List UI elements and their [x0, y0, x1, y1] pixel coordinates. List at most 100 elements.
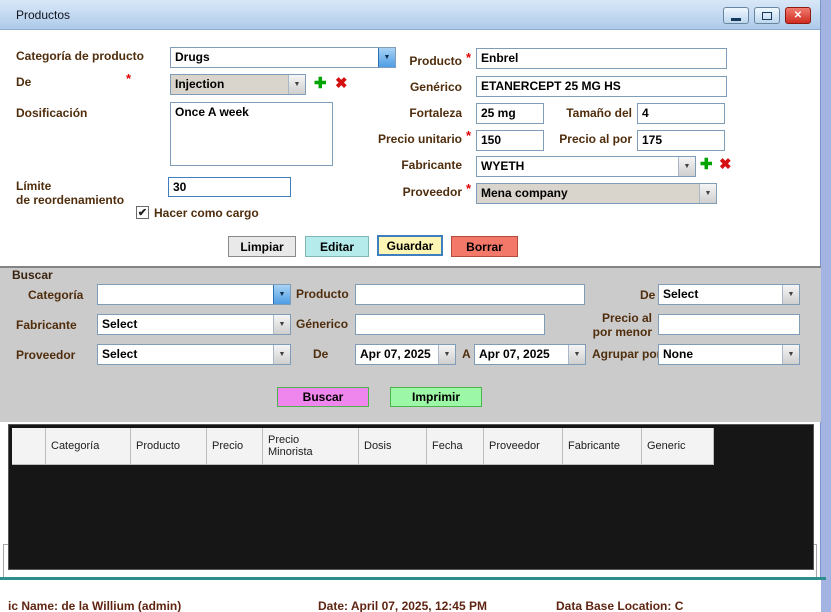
checkmark-icon: ✔	[138, 206, 147, 219]
grid-column-header[interactable]: Precio Minorista	[263, 428, 359, 465]
chevron-down-icon[interactable]: ▼	[273, 345, 290, 364]
buscar-fecha-de-label: De	[313, 347, 328, 361]
dosificacion-label: Dosificación	[16, 106, 87, 120]
grid-column-header[interactable]: Producto	[131, 428, 207, 465]
window-controls: ✕	[723, 7, 811, 24]
buscar-fabricante-value: Select	[98, 315, 273, 334]
delete-fabricante-icon[interactable]: ✖	[719, 155, 732, 173]
add-category-icon[interactable]: ✚	[314, 74, 327, 92]
date-to-picker[interactable]: Apr 07, 2025 ▼	[474, 344, 586, 365]
date-from-value: Apr 07, 2025	[356, 345, 438, 364]
delete-category-icon[interactable]: ✖	[335, 74, 348, 92]
editar-button[interactable]: Editar	[305, 236, 369, 257]
chevron-down-icon[interactable]: ▼	[699, 184, 716, 203]
results-grid[interactable]: Categoría Producto Precio Precio Minoris…	[8, 424, 814, 570]
de-value: Injection	[171, 75, 288, 94]
buscar-producto-input[interactable]	[355, 284, 585, 305]
grid-header: Categoría Producto Precio Precio Minoris…	[12, 428, 810, 465]
grid-column-header[interactable]: Fecha	[427, 428, 484, 465]
generico-label: Genérico	[410, 80, 462, 94]
maximize-icon	[762, 12, 772, 20]
date-from-picker[interactable]: Apr 07, 2025 ▼	[355, 344, 456, 365]
cargo-checkbox[interactable]: ✔	[136, 206, 149, 219]
precio-por-input[interactable]: 175	[637, 130, 725, 151]
minimize-button[interactable]	[723, 7, 749, 24]
proveedor-combo[interactable]: Mena company ▼	[476, 183, 717, 204]
buscar-precio-menor-input[interactable]	[658, 314, 800, 335]
buscar-fecha-a-label: A	[462, 347, 471, 361]
generico-input[interactable]: ETANERCEPT 25 MG HS	[476, 76, 727, 97]
buscar-agrupar-combo[interactable]: None ▼	[658, 344, 800, 365]
categoria-label: Categoría de producto	[16, 49, 144, 63]
de-combo[interactable]: Injection ▼	[170, 74, 306, 95]
status-date: Date: April 07, 2025, 12:45 PM	[318, 599, 487, 612]
producto-input[interactable]: Enbrel	[476, 48, 727, 69]
buscar-de-combo[interactable]: Select ▼	[658, 284, 800, 305]
buscar-precio-menor-label: Precio al por menor	[593, 311, 652, 339]
buscar-de-value: Select	[659, 285, 782, 304]
buscar-proveedor-label: Proveedor	[16, 348, 75, 362]
chevron-down-icon[interactable]: ▼	[568, 345, 585, 364]
categoria-value: Drugs	[171, 48, 378, 67]
guardar-button[interactable]: Guardar	[377, 235, 443, 256]
fortaleza-input[interactable]: 25 mg	[476, 103, 544, 124]
buscar-proveedor-combo[interactable]: Select ▼	[97, 344, 291, 365]
required-marker: *	[126, 71, 131, 86]
buscar-categoria-combo[interactable]: ▼	[97, 284, 291, 305]
window-title: Productos	[16, 8, 70, 22]
de-label: De	[16, 75, 31, 89]
limite-label: Límite de reordenamiento	[16, 179, 124, 207]
buscar-agrupar-label: Agrupar por	[592, 347, 661, 361]
producto-label: Producto	[409, 54, 462, 68]
close-icon: ✕	[794, 10, 802, 21]
buscar-button[interactable]: Buscar	[277, 387, 369, 407]
buscar-proveedor-value: Select	[98, 345, 273, 364]
grid-column-header[interactable]: Fabricante	[563, 428, 642, 465]
fabricante-combo[interactable]: WYETH ▼	[476, 156, 696, 177]
chevron-down-icon[interactable]: ▼	[782, 345, 799, 364]
required-marker: *	[466, 181, 471, 196]
grid-column-header[interactable]: Categoría	[46, 428, 131, 465]
date-to-value: Apr 07, 2025	[475, 345, 568, 364]
screen: Productos ✕ Categoría de producto Drugs …	[0, 0, 831, 612]
required-marker: *	[466, 128, 471, 143]
buscar-group-title: Buscar	[9, 268, 56, 282]
chevron-down-icon[interactable]: ▼	[782, 285, 799, 304]
proveedor-value: Mena company	[477, 184, 699, 203]
productos-window: Productos ✕ Categoría de producto Drugs …	[0, 0, 821, 578]
tamano-input[interactable]: 4	[637, 103, 725, 124]
title-bar: Productos	[0, 0, 820, 30]
borrar-button[interactable]: Borrar	[451, 236, 518, 257]
fabricante-value: WYETH	[477, 157, 678, 176]
imprimir-button[interactable]: Imprimir	[390, 387, 482, 407]
close-button[interactable]: ✕	[785, 7, 811, 24]
chevron-down-icon[interactable]: ▼	[273, 315, 290, 334]
fabricante-label: Fabricante	[401, 158, 462, 172]
grid-corner-cell[interactable]	[12, 428, 46, 465]
buscar-generico-label: Génerico	[296, 317, 348, 331]
precio-unitario-label: Precio unitario	[378, 132, 462, 146]
limite-input[interactable]: 30	[168, 177, 291, 197]
categoria-combo[interactable]: Drugs ▼	[170, 47, 396, 68]
buscar-fabricante-combo[interactable]: Select ▼	[97, 314, 291, 335]
chevron-down-icon[interactable]: ▼	[288, 75, 305, 94]
status-user: ic Name: de la Willium (admin)	[8, 599, 181, 612]
required-marker: *	[466, 50, 471, 65]
precio-por-label: Precio al por	[559, 132, 632, 146]
chevron-down-icon[interactable]: ▼	[273, 285, 290, 304]
buscar-generico-input[interactable]	[355, 314, 545, 335]
minimize-icon	[731, 18, 741, 21]
grid-column-header[interactable]: Generic	[642, 428, 714, 465]
chevron-down-icon[interactable]: ▼	[378, 48, 395, 67]
grid-column-header[interactable]: Dosis	[359, 428, 427, 465]
limpiar-button[interactable]: Limpiar	[228, 236, 296, 257]
grid-column-header[interactable]: Proveedor	[484, 428, 563, 465]
precio-unitario-input[interactable]: 150	[476, 130, 544, 151]
chevron-down-icon[interactable]: ▼	[678, 157, 695, 176]
chevron-down-icon[interactable]: ▼	[438, 345, 455, 364]
maximize-button[interactable]	[754, 7, 780, 24]
add-fabricante-icon[interactable]: ✚	[700, 155, 713, 173]
fortaleza-label: Fortaleza	[409, 106, 462, 120]
dosificacion-textarea[interactable]: Once A week	[170, 102, 333, 166]
grid-column-header[interactable]: Precio	[207, 428, 263, 465]
